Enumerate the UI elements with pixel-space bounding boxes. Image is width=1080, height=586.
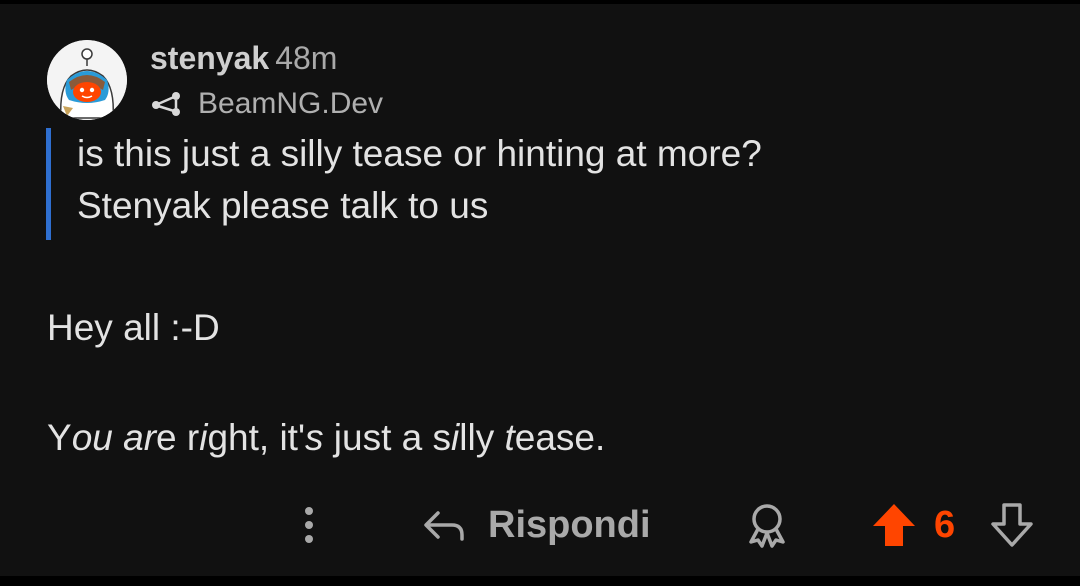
reply-arrow-icon (424, 511, 464, 541)
avatar[interactable] (47, 40, 127, 120)
text-segment: t (504, 417, 515, 458)
comment-body-line: You are right, it's just a silly tease. (47, 412, 605, 464)
timestamp: 48m (275, 40, 338, 76)
text-segment: s (305, 417, 324, 458)
vote-score: 6 (934, 504, 956, 546)
comment-card: stenyak 48m BeamNG.Dev is this just a sil… (0, 4, 1080, 576)
text-segment: Y (47, 417, 72, 458)
text-segment: ease. (514, 417, 606, 458)
reply-button[interactable]: Rispondi (420, 498, 651, 552)
quote-line: Stenyak please talk to us (77, 185, 489, 226)
upvote-arrow-icon (873, 504, 915, 546)
text-segment: ght, it' (207, 417, 306, 458)
award-button[interactable] (742, 500, 792, 550)
share-nodes-icon (152, 92, 180, 116)
more-options-button[interactable] (294, 500, 324, 550)
text-segment: e r (156, 417, 200, 458)
downvote-arrow-icon (991, 503, 1033, 547)
text-segment: i (451, 417, 460, 458)
quote-line: is this just a silly tease or hinting at… (77, 133, 762, 174)
author-line: stenyak 48m (150, 38, 337, 78)
author-name[interactable]: stenyak (150, 40, 269, 76)
quoted-text: is this just a silly tease or hinting at… (46, 128, 1006, 240)
more-vertical-icon (305, 507, 313, 543)
upvote-button[interactable] (870, 500, 918, 550)
text-segment: lly (459, 417, 505, 458)
award-icon (749, 504, 785, 548)
comment-body-line: Hey all :-D (47, 307, 220, 348)
text-segment: ou a (71, 417, 144, 458)
downvote-button[interactable] (988, 500, 1036, 550)
comment-actions: Rispondi 6 (0, 490, 1080, 560)
snoo-avatar-icon (47, 40, 127, 120)
reply-label: Rispondi (488, 503, 651, 546)
text-segment: just a s (323, 417, 452, 458)
user-flair: BeamNG.Dev (150, 84, 383, 124)
flair-label: BeamNG.Dev (198, 87, 384, 120)
text-segment: r (143, 417, 157, 458)
